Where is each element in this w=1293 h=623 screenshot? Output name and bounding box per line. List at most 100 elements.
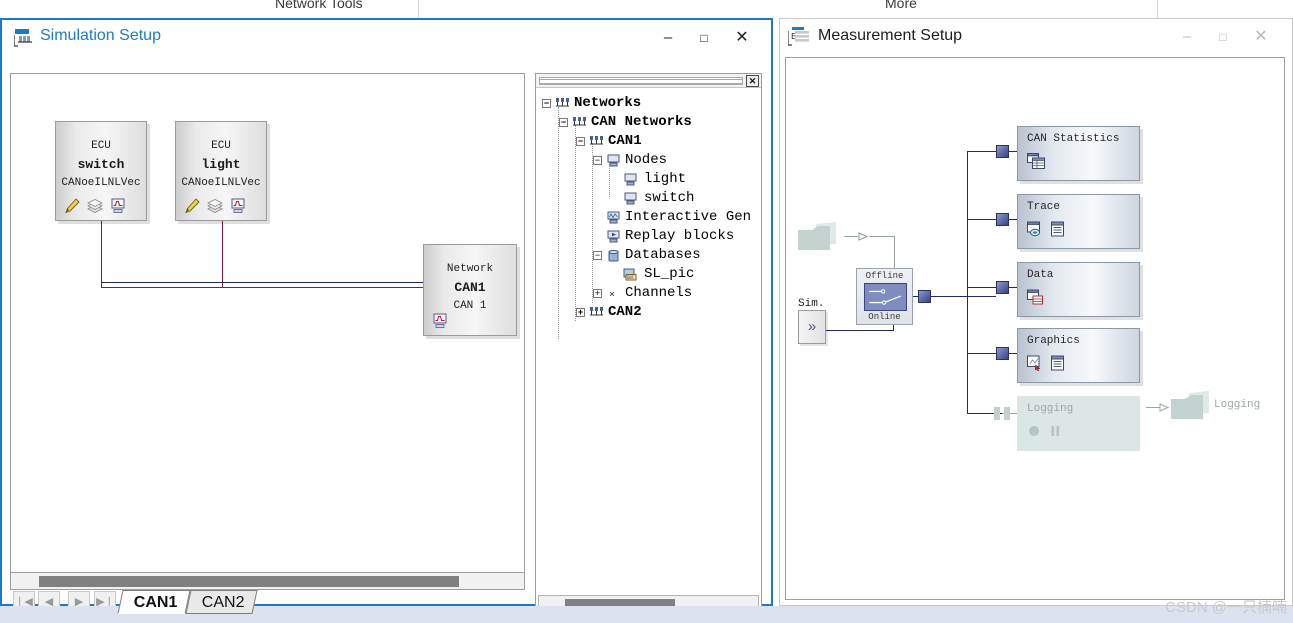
statistics-window-icon[interactable] <box>1027 153 1045 169</box>
record-dot-icon[interactable] <box>1027 423 1042 438</box>
switch-lever-icon[interactable] <box>864 283 907 311</box>
tree-node-sl-pic[interactable]: DBC SL_pic <box>536 266 761 285</box>
data-window-icon[interactable] <box>1027 289 1044 305</box>
tree-node-light[interactable]: light <box>536 171 761 190</box>
minimize-button[interactable]: – <box>651 26 685 50</box>
list-icon[interactable] <box>1050 221 1066 237</box>
network-tree[interactable]: − Networks − CAN Networks − CAN1 − Nodes… <box>536 89 761 585</box>
database-stack-icon[interactable] <box>207 198 223 214</box>
dbc-icon: DBC <box>623 268 637 281</box>
expander-icon[interactable]: − <box>576 137 585 146</box>
measurement-setup-titlebar: E Measurement Setup – □ ✕ <box>780 19 1292 55</box>
scrollbar-thumb[interactable] <box>39 576 459 587</box>
tree-node-can-networks[interactable]: − CAN Networks <box>536 114 761 133</box>
graphics-window-icon[interactable] <box>1027 355 1044 371</box>
measurement-setup-title: Measurement Setup <box>818 27 963 44</box>
ribbon-strip: Network Tools More <box>0 0 1293 18</box>
tree-node-can1[interactable]: − CAN1 <box>536 133 761 152</box>
network-block-channel: CAN 1 <box>453 300 487 312</box>
network-bus-icon <box>14 29 32 47</box>
ecu-block-icon-row <box>184 198 246 214</box>
ribbon-group-network-tools: Network Tools <box>275 0 363 11</box>
bus-pin-disabled <box>1004 407 1010 420</box>
maximize-button[interactable]: □ <box>1206 25 1240 49</box>
measurement-block-trace[interactable]: Trace <box>1017 194 1140 249</box>
close-button[interactable]: ✕ <box>725 26 759 50</box>
tab-can2[interactable]: CAN2 <box>185 590 258 614</box>
simulation-setup-titlebar: Simulation Setup – □ ✕ <box>2 20 771 55</box>
ecu-block-dll: CANoeILNLVec <box>61 177 141 189</box>
measurement-block-data[interactable]: Data <box>1017 262 1140 317</box>
offline-source-wire-3 <box>894 236 895 268</box>
bus-pin[interactable] <box>996 145 1009 158</box>
tree-node-channels[interactable]: + × Channels <box>536 285 761 304</box>
tree-panel-header: ✕ <box>536 74 761 88</box>
signal-monitor-icon[interactable] <box>230 198 246 214</box>
bus-pin[interactable] <box>996 281 1009 294</box>
database-stack-icon[interactable] <box>87 198 103 214</box>
ecu-block-type: ECU <box>91 140 111 152</box>
bus-pin[interactable] <box>996 213 1009 226</box>
measurement-block-logging[interactable]: Logging <box>1017 396 1140 451</box>
network-block-can1[interactable]: Network CAN1 CAN 1 <box>423 244 517 336</box>
expander-icon[interactable]: − <box>542 99 551 108</box>
tree-node-replay-blocks[interactable]: Replay blocks <box>536 228 761 247</box>
close-button[interactable]: ✕ <box>1244 25 1278 49</box>
maximize-button[interactable]: □ <box>687 26 721 50</box>
watermark: CSDN @一只楠喃 <box>1165 599 1287 616</box>
tree-node-interactive-generator[interactable]: Interactive Gen <box>536 209 761 228</box>
generator-icon <box>607 211 620 224</box>
network-icon <box>573 117 586 126</box>
tree-node-can2[interactable]: + CAN2 <box>536 304 761 323</box>
measurement-block-title: Graphics <box>1027 335 1080 347</box>
expander-icon[interactable]: + <box>576 308 585 317</box>
signal-monitor-icon[interactable] <box>110 198 126 214</box>
ecu-block-light[interactable]: ECU light CANoeILNLVec <box>175 121 267 221</box>
tab-can2-label: CAN2 <box>201 594 245 611</box>
ecu-block-switch[interactable]: ECU switch CANoeILNLVec <box>55 121 147 221</box>
replay-icon <box>607 230 620 243</box>
tree-node-databases[interactable]: − Databases <box>536 247 761 266</box>
logging-output-wire <box>1146 407 1160 408</box>
simulation-setup-title: Simulation Setup <box>40 27 161 44</box>
pencil-icon[interactable] <box>184 198 200 214</box>
pencil-icon[interactable] <box>64 198 80 214</box>
simulation-diagram-canvas[interactable]: ECU switch CANoeILNLVec ECU light CANoeI… <box>10 73 525 573</box>
ecu-block-name: light <box>201 157 241 172</box>
close-icon[interactable]: ✕ <box>746 75 759 87</box>
list-icon[interactable] <box>1050 355 1066 371</box>
measurement-block-can-statistics[interactable]: CAN Statistics <box>1017 126 1140 181</box>
tree-node-switch[interactable]: switch <box>536 190 761 209</box>
arrow-icon <box>858 232 869 241</box>
measurement-block-icon-row <box>1027 153 1045 169</box>
folder-icon[interactable] <box>796 220 841 254</box>
simulation-canvas-hscrollbar[interactable] <box>10 573 525 590</box>
trace-window-icon[interactable] <box>1027 221 1044 237</box>
expander-icon[interactable]: − <box>593 156 602 165</box>
network-block-type: Network <box>446 263 494 275</box>
can-high-line <box>101 282 431 283</box>
expander-icon[interactable]: − <box>593 251 602 260</box>
bus-pin[interactable] <box>996 347 1009 360</box>
simulation-source-label: Sim. <box>798 298 825 310</box>
pause-icon[interactable] <box>1048 423 1063 438</box>
expander-icon[interactable]: + <box>593 289 602 298</box>
tab-can1[interactable]: CAN1 <box>117 590 191 614</box>
svg-text:E: E <box>791 32 796 41</box>
measurement-block-graphics[interactable]: Graphics <box>1017 328 1140 383</box>
measurement-block-icon-row <box>1027 221 1066 237</box>
folder-icon[interactable] <box>1169 389 1214 423</box>
measurement-diagram-canvas[interactable]: Sim. » Offline Online CAN Statistics Tra… <box>785 57 1285 600</box>
bus-pin[interactable] <box>918 290 931 303</box>
offline-online-switch[interactable]: Offline Online <box>856 268 913 325</box>
expander-icon[interactable]: − <box>559 118 568 127</box>
tree-node-networks[interactable]: − Networks <box>536 95 761 114</box>
node-icon <box>607 154 620 167</box>
network-icon <box>590 307 603 316</box>
tree-node-nodes[interactable]: − Nodes <box>536 152 761 171</box>
minimize-button[interactable]: – <box>1170 25 1204 49</box>
measurement-setup-icon: E <box>788 27 809 46</box>
simulation-source-button[interactable]: » <box>798 310 826 344</box>
signal-monitor-icon[interactable] <box>432 313 448 329</box>
tree-node-label: Interactive Gen <box>625 209 752 225</box>
